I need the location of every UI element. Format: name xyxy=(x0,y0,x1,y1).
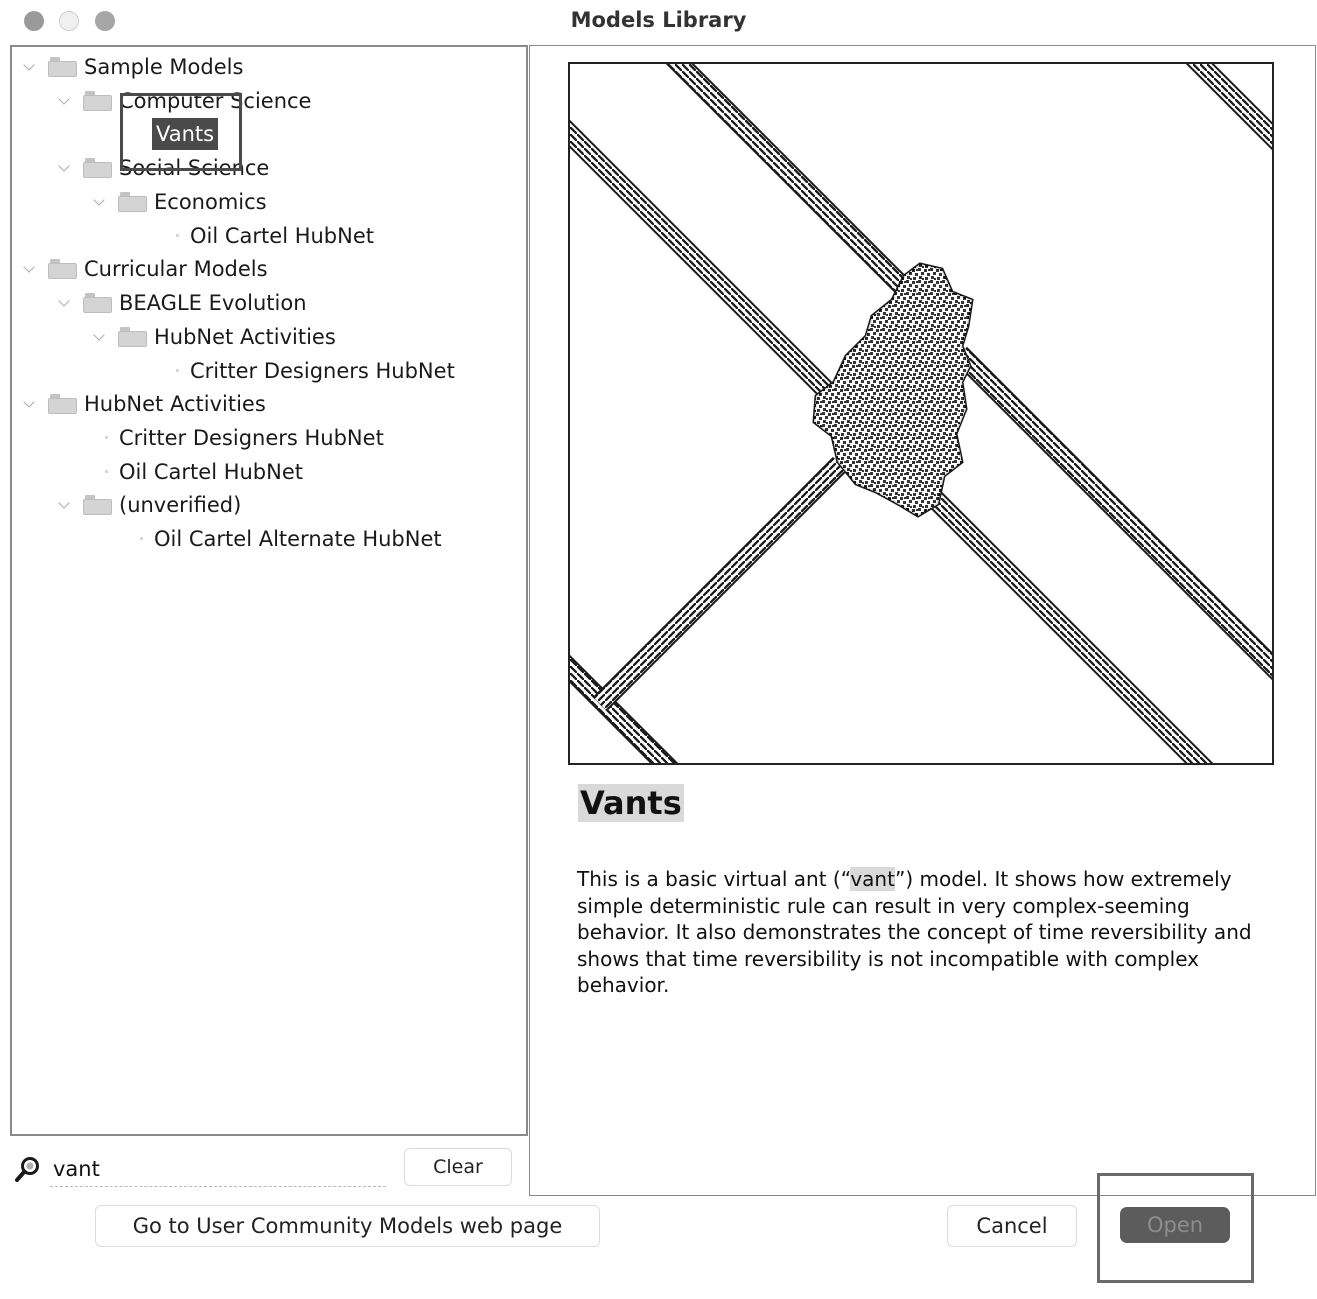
tree-item-label: Oil Cartel HubNet xyxy=(119,460,303,484)
open-button[interactable]: Open xyxy=(1120,1207,1230,1243)
folder-icon xyxy=(83,293,112,313)
chevron-down-icon[interactable] xyxy=(92,186,108,218)
search-match-highlight: vant xyxy=(850,867,895,891)
model-description: This is a basic virtual ant (“vant”) mod… xyxy=(577,866,1267,999)
chevron-down-icon[interactable] xyxy=(57,152,73,184)
chevron-down-icon[interactable] xyxy=(57,85,73,117)
cancel-button[interactable]: Cancel xyxy=(947,1205,1077,1247)
title-bar: Models Library xyxy=(0,0,1317,44)
tree-item-label: Economics xyxy=(154,190,267,214)
model-file-icon xyxy=(176,369,179,372)
model-file-icon xyxy=(140,537,143,540)
chevron-down-icon[interactable] xyxy=(57,287,73,319)
tree-model-item[interactable]: Oil Cartel HubNet xyxy=(12,456,524,488)
tree-folder[interactable]: Sample Models xyxy=(12,51,524,83)
folder-icon xyxy=(83,91,112,111)
tree-item-label: HubNet Activities xyxy=(154,325,336,349)
model-file-icon xyxy=(176,234,179,237)
tree-model-item[interactable]: Critter Designers HubNet xyxy=(12,355,524,387)
tree-folder[interactable]: Computer Science xyxy=(12,85,524,117)
folder-icon xyxy=(48,394,77,414)
chevron-down-icon[interactable] xyxy=(22,51,38,83)
annotation-box-vants xyxy=(120,93,242,171)
tree-item-label: Sample Models xyxy=(84,55,244,79)
tree-folder[interactable]: BEAGLE Evolution xyxy=(12,287,524,319)
search-icon xyxy=(15,1157,39,1182)
tree-item-label: HubNet Activities xyxy=(84,392,266,416)
description-text-start: This is a basic virtual ant (“ xyxy=(577,867,851,891)
tree-item-label: Oil Cartel HubNet xyxy=(190,224,374,248)
window-title: Models Library xyxy=(570,8,747,32)
folder-icon xyxy=(48,57,77,77)
folder-icon xyxy=(83,495,112,515)
tree-item-label: Curricular Models xyxy=(84,257,268,281)
folder-icon xyxy=(48,259,77,279)
tree-item-label: Critter Designers HubNet xyxy=(119,426,384,450)
model-file-icon xyxy=(105,436,108,439)
tree-folder[interactable]: Social Science xyxy=(12,152,524,184)
tree-folder[interactable]: HubNet Activities xyxy=(12,388,524,420)
tree-item-label: (unverified) xyxy=(119,493,242,517)
tree-item-label: BEAGLE Evolution xyxy=(119,291,307,315)
folder-icon xyxy=(83,158,112,178)
tree-item-label: Critter Designers HubNet xyxy=(190,359,455,383)
tree-folder[interactable]: (unverified) xyxy=(12,489,524,521)
chevron-down-icon[interactable] xyxy=(92,321,108,353)
tree-model-item[interactable]: Vants xyxy=(12,118,524,150)
chevron-down-icon[interactable] xyxy=(57,489,73,521)
tree-item-label: Oil Cartel Alternate HubNet xyxy=(154,527,442,551)
vants-preview-graphic xyxy=(570,64,1272,763)
model-preview-image xyxy=(568,62,1274,765)
clear-button[interactable]: Clear xyxy=(404,1148,512,1186)
folder-icon xyxy=(118,192,147,212)
tree-model-item[interactable]: Oil Cartel HubNet xyxy=(12,220,524,252)
tree-model-item[interactable]: Critter Designers HubNet xyxy=(12,422,524,454)
chevron-down-icon[interactable] xyxy=(22,388,38,420)
community-models-button[interactable]: Go to User Community Models web page xyxy=(95,1205,600,1247)
models-tree-panel: Sample Models Computer Science Vants Social… xyxy=(10,45,528,1136)
tree-folder[interactable]: HubNet Activities xyxy=(12,321,524,353)
tree-model-item[interactable]: Oil Cartel Alternate HubNet xyxy=(12,523,524,555)
model-title: Vants xyxy=(578,784,684,822)
chevron-down-icon[interactable] xyxy=(22,253,38,285)
search-input[interactable] xyxy=(50,1152,386,1187)
tree-folder[interactable]: Curricular Models xyxy=(12,253,524,285)
folder-icon xyxy=(118,327,147,347)
tree-folder[interactable]: Economics xyxy=(12,186,524,218)
model-file-icon xyxy=(105,470,108,473)
